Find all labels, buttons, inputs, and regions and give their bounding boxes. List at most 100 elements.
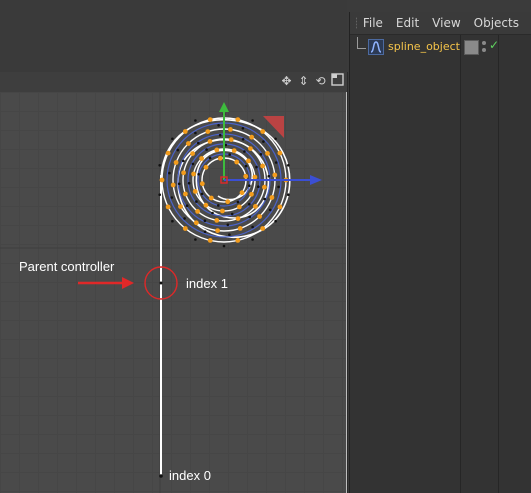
spline-point [214, 147, 220, 153]
spline-point [237, 226, 243, 231]
column-divider [460, 35, 461, 493]
tangent-handle [168, 171, 171, 175]
spline-point [220, 208, 225, 214]
spline-point [165, 204, 171, 210]
tangent-handle [191, 162, 195, 166]
tangent-handle [248, 215, 251, 219]
editor-viewport[interactable]: ✥ ⇕ ⟲ Parent controller index 1 index 0 [0, 72, 348, 493]
spline-point [249, 134, 255, 140]
tangent-handle [203, 230, 207, 233]
spline-point [235, 117, 241, 122]
tangent-handle [217, 204, 220, 207]
tangent-handle [183, 217, 186, 220]
move-view-icon[interactable]: ✥ [279, 73, 294, 89]
spline-point [260, 226, 266, 231]
tangent-handle [257, 185, 260, 188]
viewport-canvas[interactable]: Parent controller index 1 index 0 [0, 92, 346, 493]
spline-point [249, 191, 254, 197]
enabled-check-icon[interactable]: ✓ [489, 38, 499, 52]
tangent-handle [251, 225, 254, 229]
tangent-handle [185, 204, 189, 207]
spline-point [272, 172, 278, 178]
spline-point [192, 189, 198, 194]
toggle-view-icon[interactable] [330, 73, 345, 89]
gizmo-y-arrow[interactable] [219, 102, 229, 112]
spline-point [182, 226, 188, 231]
object-row-spline[interactable]: spline_object ✓ [350, 37, 531, 57]
spline-point [262, 184, 267, 190]
spline-point [260, 163, 265, 169]
object-name[interactable]: spline_object [388, 40, 460, 53]
tangent-handle [274, 161, 278, 164]
tangent-handle [230, 212, 234, 216]
tangent-handle [236, 200, 240, 204]
spline-point [195, 209, 201, 214]
menu-view[interactable]: View [432, 16, 460, 30]
tangent-handle [171, 137, 174, 141]
tangent-handle [170, 196, 174, 199]
spline-point [181, 170, 187, 176]
spline-point [207, 139, 213, 144]
tangent-handle [200, 192, 204, 196]
parent-controller-label: Parent controller [19, 259, 115, 274]
tangent-handle [241, 138, 245, 141]
spline-point [225, 199, 231, 205]
tangent-handle [251, 119, 254, 122]
menu-edit[interactable]: Edit [396, 16, 419, 30]
tangent-handle [176, 148, 180, 152]
rotate-view-icon[interactable]: ⟲ [313, 73, 328, 89]
tangent-handle [197, 173, 200, 176]
column-divider [498, 35, 499, 493]
tangent-handle [251, 238, 254, 241]
tangent-handle [211, 211, 214, 215]
spline-point [173, 160, 179, 165]
spline-point [239, 190, 245, 196]
spline-point [257, 214, 262, 219]
tangent-handle [244, 164, 248, 168]
spline-point [234, 159, 240, 165]
parent-controller-point [159, 281, 163, 285]
layer-swatch-icon[interactable] [464, 40, 479, 55]
spline-point [228, 127, 233, 132]
tangent-handle [171, 219, 174, 223]
tangent-handle [263, 197, 267, 201]
tangent-handle [194, 119, 197, 122]
spline-point [190, 151, 196, 156]
tangent-handle [218, 133, 222, 137]
tangent-handle [248, 184, 251, 187]
tangent-handle [277, 185, 280, 189]
tangent-handle [259, 153, 263, 156]
spline-point [203, 164, 209, 170]
spline-icon [368, 39, 384, 55]
tangent-handle [228, 233, 231, 236]
tangent-handle [158, 164, 161, 167]
menu-objects[interactable]: Objects [474, 16, 519, 30]
spline-point [199, 156, 205, 161]
visibility-dots-icon[interactable] [481, 40, 487, 54]
menu-file[interactable]: File [363, 16, 383, 30]
spline-point [182, 129, 188, 134]
object-manager-menubar: File Edit View Objects [350, 12, 531, 35]
tangent-handle [226, 223, 230, 227]
gizmo-x-arrow[interactable] [310, 175, 322, 185]
spline-point [191, 171, 197, 177]
object-list: spline_object ✓ [350, 35, 531, 493]
spline-point [253, 204, 258, 209]
tangent-handle [222, 244, 226, 248]
spline-point [277, 204, 283, 210]
spline-point [215, 228, 221, 234]
spline-point [208, 195, 214, 201]
spline-point [170, 182, 176, 188]
spline-point [193, 220, 199, 226]
spline-point [265, 151, 270, 156]
spline-point [207, 238, 213, 243]
tangent-handle [274, 137, 277, 141]
spline-point [269, 195, 275, 200]
scene-svg [0, 92, 346, 493]
tangent-handle [217, 124, 220, 127]
pan-vertical-icon[interactable]: ⇕ [296, 73, 311, 89]
grip-icon[interactable] [356, 17, 357, 29]
index0-label: index 0 [169, 468, 211, 483]
spline-point [186, 141, 191, 146]
spline-point [217, 155, 223, 161]
